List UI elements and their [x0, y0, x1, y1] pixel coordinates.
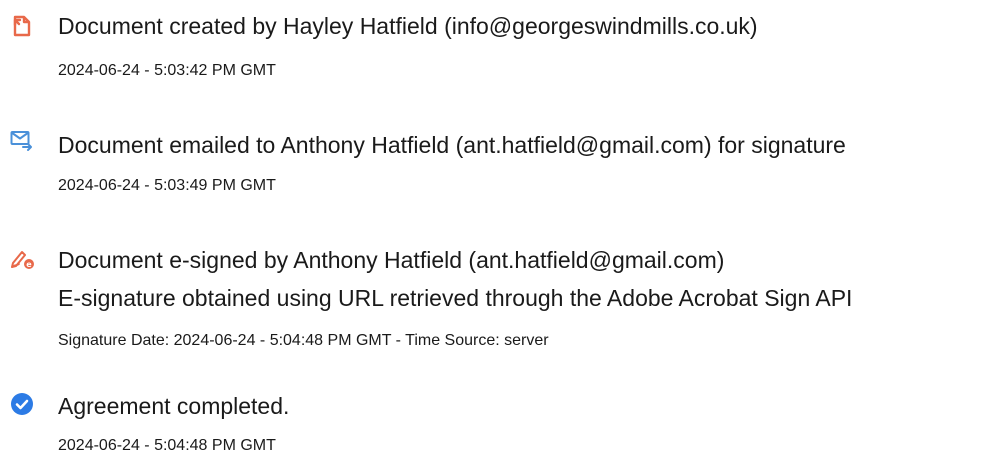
e-sign-icon: e [10, 246, 34, 270]
event-title: Document emailed to Anthony Hatfield (an… [58, 132, 846, 158]
event-timestamp: 2024-06-24 - 5:04:48 PM GMT [58, 437, 276, 454]
event-title: Agreement completed. [58, 393, 290, 419]
event-detail: E-signature obtained using URL retrieved… [58, 285, 853, 311]
audit-event-created: Document created by Hayley Hatfield (inf… [0, 12, 984, 92]
event-timestamp: Signature Date: 2024-06-24 - 5:04:48 PM … [58, 332, 549, 349]
audit-event-emailed: Document emailed to Anthony Hatfield (an… [0, 128, 984, 208]
event-timestamp: 2024-06-24 - 5:03:42 PM GMT [58, 62, 276, 79]
svg-text:e: e [26, 260, 32, 269]
document-created-icon [10, 14, 34, 38]
event-title: Document created by Hayley Hatfield (inf… [58, 13, 758, 39]
audit-event-esigned: e Document e-signed by Anthony Hatfield … [0, 244, 984, 356]
email-sent-icon [10, 128, 34, 152]
audit-event-completed: Agreement completed. 2024-06-24 - 5:04:4… [0, 388, 984, 464]
event-title: Document e-signed by Anthony Hatfield (a… [58, 247, 725, 273]
checkmark-circle-icon [10, 392, 34, 416]
event-timestamp: 2024-06-24 - 5:03:49 PM GMT [58, 177, 276, 194]
